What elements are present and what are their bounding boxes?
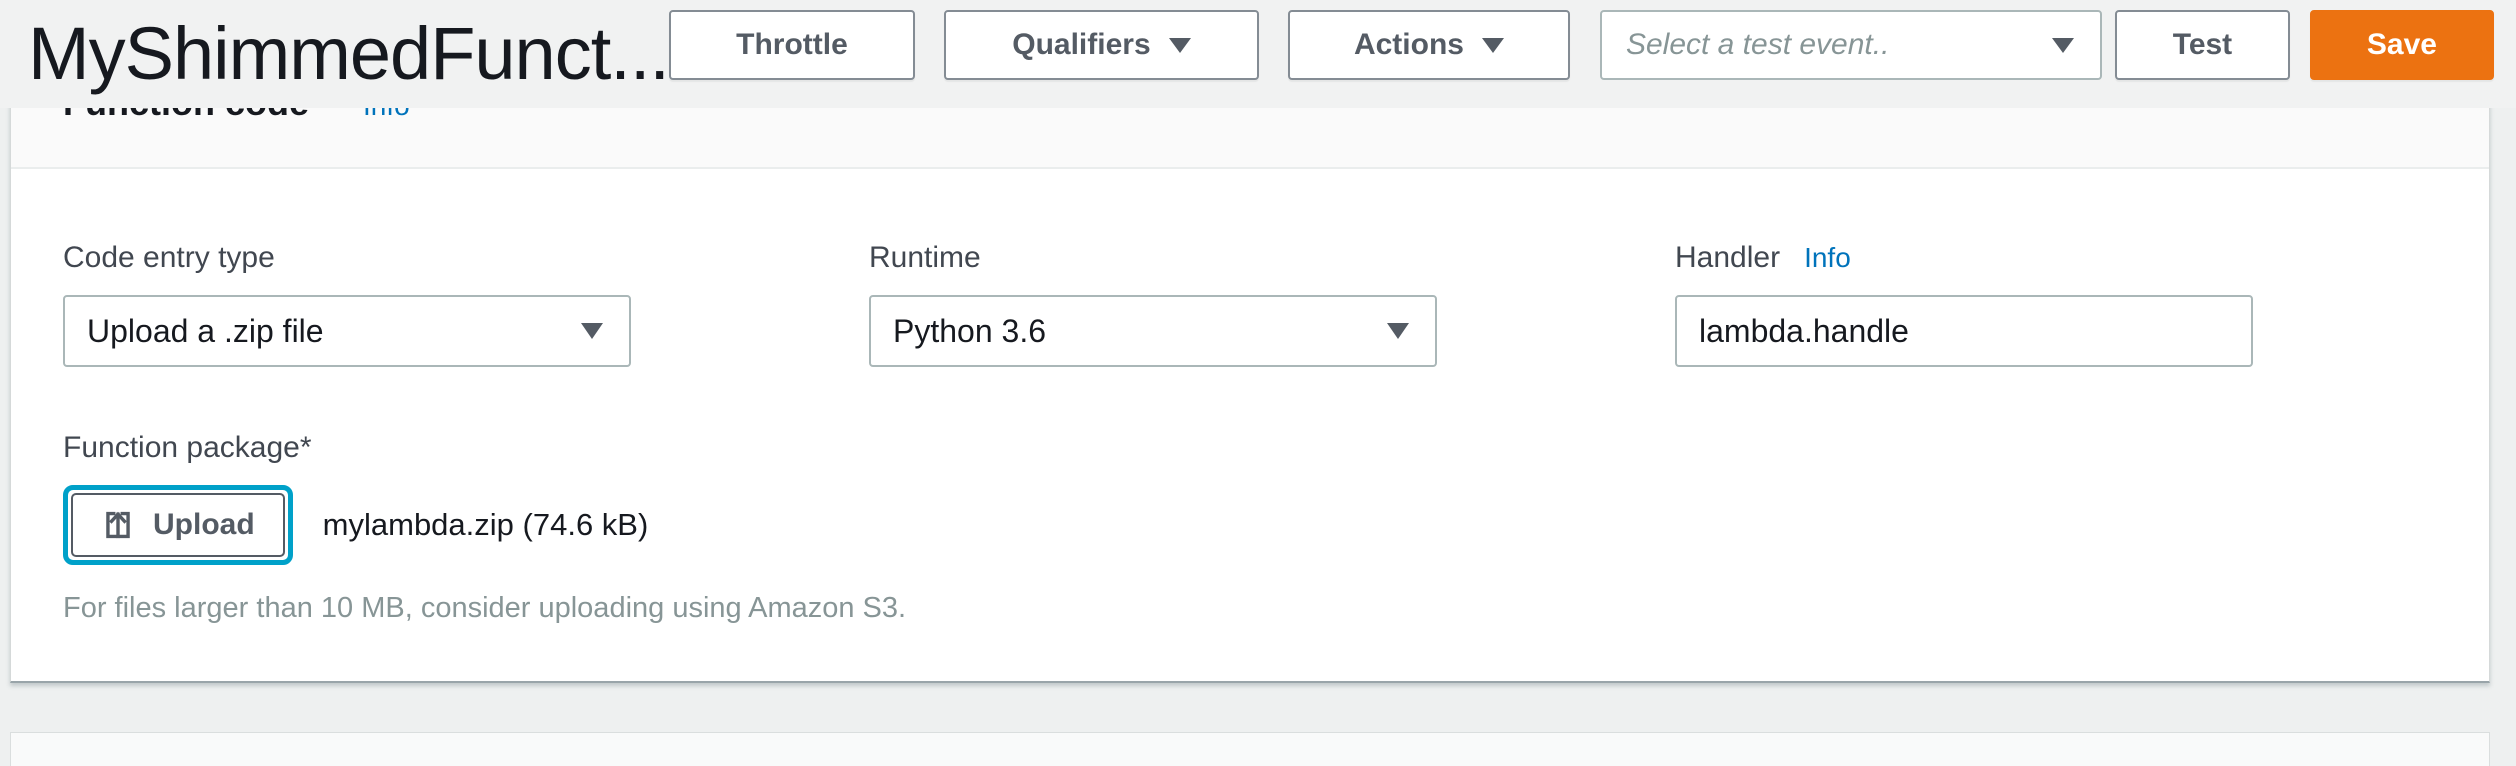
caret-down-icon: [1482, 38, 1504, 53]
upload-helper-text: For files larger than 10 MB, consider up…: [63, 591, 2437, 625]
runtime-value: Python 3.6: [893, 313, 1046, 350]
handler-label: Handler Info: [1675, 241, 2253, 275]
caret-down-icon: [581, 323, 603, 339]
uploaded-file-info: mylambda.zip (74.6 kB): [323, 507, 649, 543]
caret-down-icon: [2052, 38, 2074, 53]
handler-input[interactable]: [1675, 295, 2253, 367]
qualifiers-button-label: Qualifiers: [1012, 28, 1150, 62]
throttle-button[interactable]: Throttle: [669, 10, 915, 80]
throttle-button-label: Throttle: [736, 28, 848, 62]
next-section-card: [10, 732, 2490, 766]
test-button-label: Test: [2173, 28, 2232, 62]
upload-row: Upload mylambda.zip (74.6 kB): [63, 485, 2437, 565]
code-entry-type-label: Code entry type: [63, 241, 631, 275]
header-actions: Throttle Qualifiers Actions Select a tes…: [669, 10, 2494, 80]
handler-info-link[interactable]: Info: [1804, 241, 1851, 275]
actions-button[interactable]: Actions: [1288, 10, 1570, 80]
upload-button-focus-ring: Upload: [63, 485, 293, 565]
code-entry-type-select[interactable]: Upload a .zip file: [63, 295, 631, 367]
test-event-select[interactable]: Select a test event..: [1600, 10, 2102, 80]
code-entry-type-value: Upload a .zip file: [87, 313, 324, 350]
runtime-label: Runtime: [869, 241, 1437, 275]
qualifiers-button[interactable]: Qualifiers: [944, 10, 1259, 80]
test-event-select-placeholder: Select a test event..: [1626, 28, 1889, 62]
handler-field: Handler Info: [1675, 241, 2253, 367]
caret-down-icon: [1387, 323, 1409, 339]
upload-button[interactable]: Upload: [71, 493, 285, 557]
upload-icon: [101, 508, 135, 542]
page-title: MyShimmedFunct...: [28, 10, 669, 98]
test-button[interactable]: Test: [2115, 10, 2290, 80]
function-package-label: Function package*: [63, 431, 2437, 465]
runtime-field: Runtime Python 3.6: [869, 241, 1437, 367]
code-entry-type-field: Code entry type Upload a .zip file: [63, 241, 631, 367]
function-code-form: Code entry type Upload a .zip file Runti…: [11, 169, 2489, 625]
page-header: MyShimmedFunct... Throttle Qualifiers Ac…: [0, 0, 2516, 108]
fields-row: Code entry type Upload a .zip file Runti…: [63, 241, 2437, 367]
upload-button-label: Upload: [153, 508, 255, 542]
caret-down-icon: [1169, 38, 1191, 53]
actions-button-label: Actions: [1354, 28, 1464, 62]
save-button-label: Save: [2367, 28, 2437, 62]
function-code-section: Function code Info Code entry type Uploa…: [10, 78, 2490, 683]
runtime-select[interactable]: Python 3.6: [869, 295, 1437, 367]
function-package-block: Function package* Upload mylambda.zip (: [63, 431, 2437, 625]
save-button[interactable]: Save: [2310, 10, 2494, 80]
